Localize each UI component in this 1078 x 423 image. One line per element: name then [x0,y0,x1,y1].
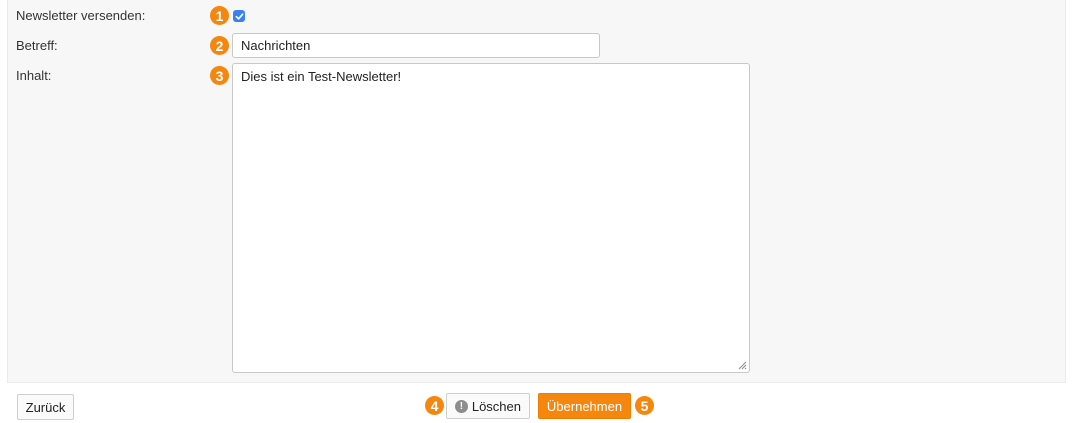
content-textarea[interactable]: Dies ist ein Test-Newsletter! [232,63,750,373]
step-badge-4: 4 [425,396,444,415]
content-text: Dies ist ein Test-Newsletter! [241,69,402,84]
newsletter-label: Newsletter versenden: [16,8,146,23]
step-badge-1: 1 [210,6,229,25]
resize-handle-icon[interactable] [737,360,747,370]
delete-button-label: Löschen [471,398,521,414]
content-label: Inhalt: [16,68,52,83]
info-icon: ! [455,399,468,413]
checkmark-icon [235,12,243,20]
newsletter-checkbox[interactable] [233,10,245,22]
subject-input[interactable] [232,33,600,58]
step-badge-5: 5 [635,396,654,415]
back-button[interactable]: Zurück [17,394,74,420]
step-badge-3: 3 [210,66,229,85]
delete-button[interactable]: ! Löschen [446,393,530,419]
subject-label: Betreff: [16,38,58,53]
step-badge-2: 2 [210,36,229,55]
apply-button[interactable]: Übernehmen [538,393,631,419]
